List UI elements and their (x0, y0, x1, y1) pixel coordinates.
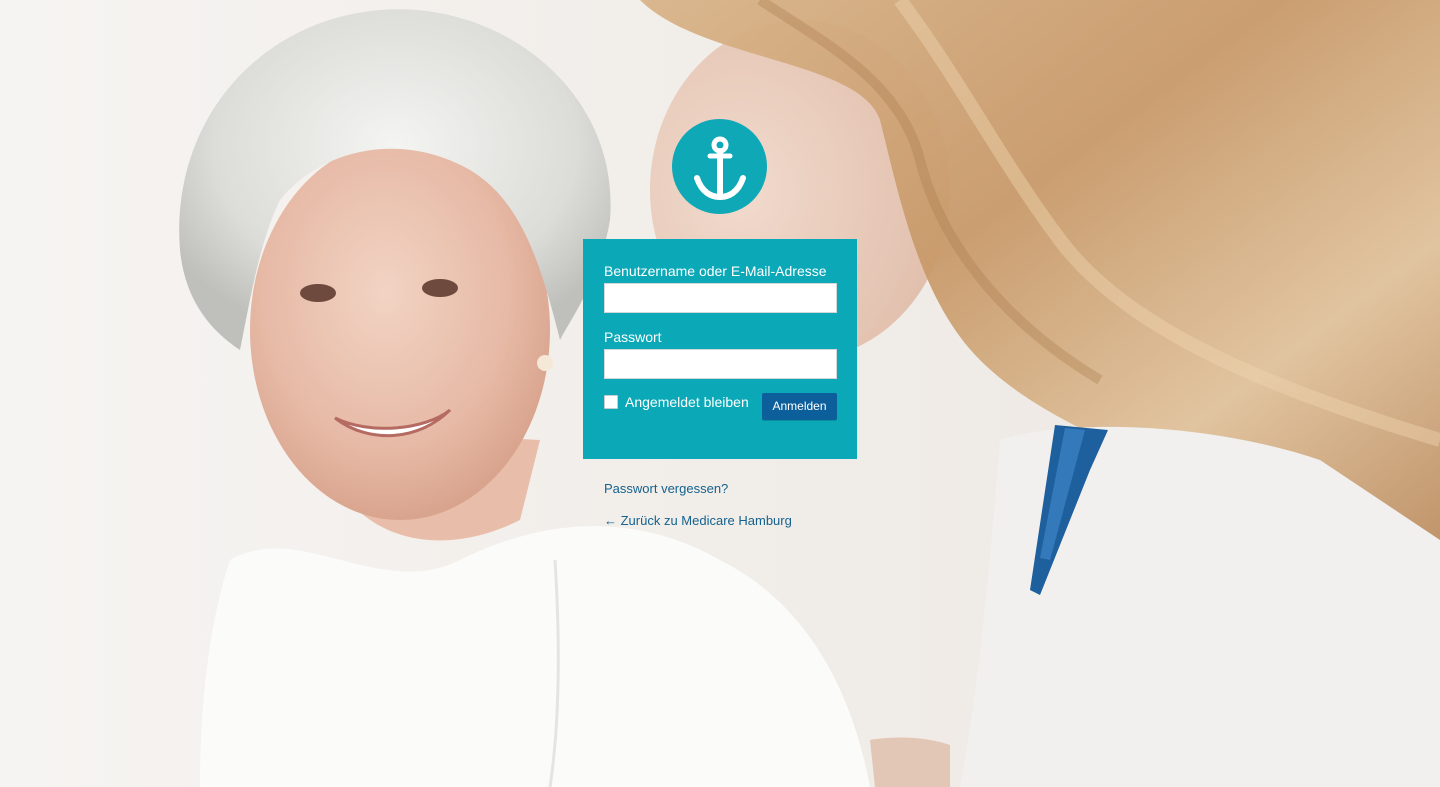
anchor-icon (693, 136, 746, 200)
back-to-site-link[interactable]: ← Zurück zu Medicare Hamburg (604, 513, 792, 529)
lost-password-link[interactable]: Passwort vergessen? (604, 481, 792, 497)
password-input[interactable] (604, 349, 837, 379)
remember-row: Angemeldet bleiben Anmelden (604, 393, 837, 421)
username-label: Benutzername oder E-Mail-Adresse (604, 263, 827, 279)
login-page: Benutzername oder E-Mail-Adresse Passwor… (0, 0, 1440, 787)
remember-checkbox[interactable] (604, 395, 618, 409)
remember-label[interactable]: Angemeldet bleiben (625, 393, 749, 411)
login-nav-links: Passwort vergessen? ← Zurück zu Medicare… (604, 481, 792, 529)
site-logo[interactable] (672, 119, 767, 214)
login-form: Benutzername oder E-Mail-Adresse Passwor… (583, 239, 857, 459)
password-label: Passwort (604, 329, 662, 345)
login-button[interactable]: Anmelden (762, 393, 837, 420)
username-input[interactable] (604, 283, 837, 313)
